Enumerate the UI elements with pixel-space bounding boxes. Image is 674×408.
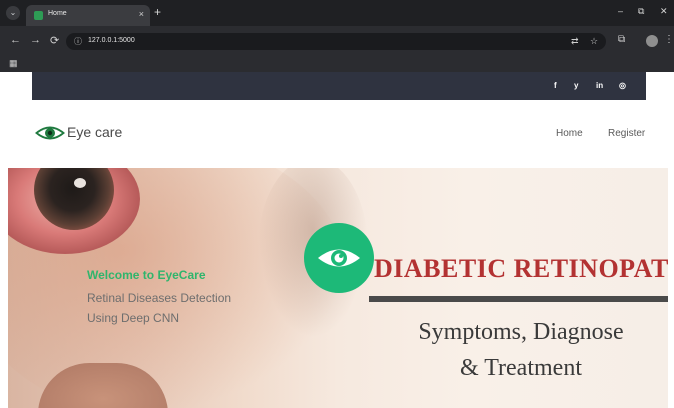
back-button[interactable]: ← — [10, 34, 21, 46]
banner-title: DIABETIC RETINOPATH — [374, 254, 668, 283]
profile-avatar[interactable] — [646, 35, 658, 47]
url-text[interactable]: 127.0.0.1:5000 — [88, 37, 135, 44]
nav-register-link[interactable]: Register — [608, 128, 645, 139]
site-info-icon[interactable]: ⓘ — [74, 36, 82, 47]
tagline-line-2: Using Deep CNN — [87, 311, 180, 325]
new-tab-button[interactable]: + — [154, 5, 161, 19]
iris-highlight — [74, 178, 86, 188]
browser-tab-bar: ⌄ Home × + – ⧉ ✕ — [0, 0, 674, 26]
favicon-icon — [34, 11, 43, 20]
linkedin-icon[interactable]: in — [596, 81, 603, 90]
bookmarks-bar: ▦ — [0, 56, 674, 72]
tab-search-icon[interactable]: ⌄ — [6, 6, 20, 20]
eye-logo-icon[interactable] — [34, 123, 66, 143]
close-window-button[interactable]: ✕ — [660, 6, 668, 17]
eye-icon — [318, 249, 360, 267]
facebook-icon[interactable]: f — [554, 81, 557, 90]
logo-text[interactable]: Eye care — [67, 124, 122, 140]
eye-badge-icon — [304, 223, 374, 293]
banner-divider — [369, 296, 668, 302]
apps-grid-icon[interactable]: ▦ — [9, 58, 18, 69]
banner-subtitle-line-2: & Treatment — [459, 355, 582, 381]
star-icon[interactable]: ☆ — [590, 36, 598, 47]
nav-home-link[interactable]: Home — [556, 128, 583, 139]
tab-title: Home — [48, 10, 67, 17]
banner-subtitle-line-1: Symptoms, Diagnose — [418, 319, 624, 345]
forward-button[interactable]: → — [30, 34, 41, 46]
twitter-icon[interactable]: y — [574, 81, 578, 90]
hero-tagline: Retinal Diseases Detection Using Deep CN… — [87, 288, 267, 328]
banner-subtitle: Symptoms, Diagnose & Treatment — [376, 314, 666, 386]
welcome-heading: Welcome to EyeCare — [87, 268, 206, 282]
extensions-icon[interactable]: ⧉ — [618, 34, 625, 45]
close-tab-icon[interactable]: × — [139, 9, 144, 19]
browser-tab-home[interactable]: Home × — [26, 5, 150, 26]
browser-toolbar: ← → ⟳ ⓘ 127.0.0.1:5000 ⇄ ☆ ⧉ ⋮ — [0, 26, 674, 56]
reload-button[interactable]: ⟳ — [50, 34, 59, 47]
social-topbar: f y in ◎ — [32, 72, 646, 100]
translate-icon[interactable]: ⇄ — [571, 36, 579, 47]
hero-banner: Welcome to EyeCare Retinal Diseases Dete… — [8, 168, 668, 408]
instagram-icon[interactable]: ◎ — [619, 81, 626, 90]
minimize-button[interactable]: – — [618, 6, 623, 16]
kebab-menu-icon[interactable]: ⋮ — [664, 34, 674, 45]
tagline-line-1: Retinal Diseases Detection — [87, 291, 232, 305]
address-bar[interactable]: ⓘ 127.0.0.1:5000 ⇄ ☆ — [66, 33, 606, 50]
maximize-button[interactable]: ⧉ — [638, 6, 644, 17]
